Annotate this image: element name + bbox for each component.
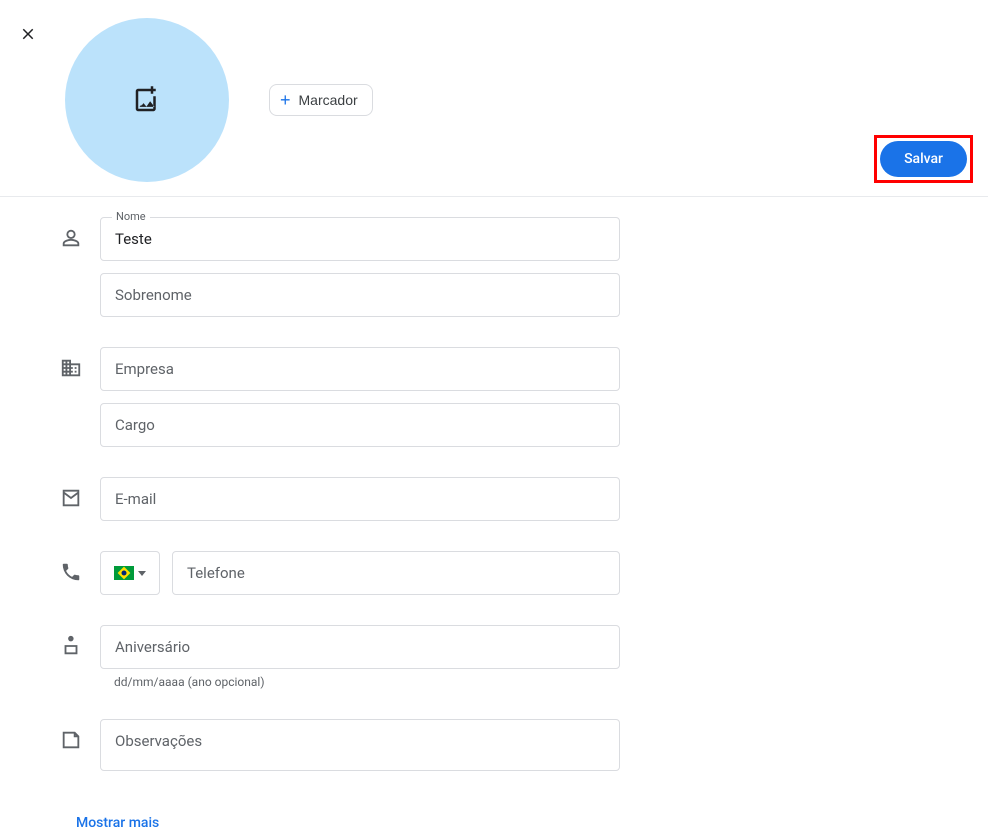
jobtitle-input[interactable]: [100, 403, 620, 447]
phone-icon: [60, 561, 84, 585]
brazil-flag-icon: [114, 566, 134, 580]
save-button[interactable]: Salvar: [880, 141, 967, 177]
company-input[interactable]: [100, 347, 620, 391]
birthday-helper: dd/mm/aaaa (ano opcional): [114, 675, 620, 689]
birthday-input[interactable]: [100, 625, 620, 669]
chevron-down-icon: [138, 571, 146, 576]
phone-input[interactable]: [172, 551, 620, 595]
note-icon: [60, 729, 84, 753]
email-row: [60, 477, 988, 521]
jobtitle-field-wrap: [100, 403, 620, 447]
cake-icon: [60, 635, 84, 659]
notes-field-wrap: [100, 719, 620, 775]
phone-input-group: [100, 551, 620, 595]
header: + Marcador: [0, 0, 988, 182]
surname-input[interactable]: [100, 273, 620, 317]
business-icon: [60, 357, 84, 381]
phone-row: [60, 551, 988, 595]
firstname-input[interactable]: [100, 217, 620, 261]
company-field-wrap: [100, 347, 620, 391]
email-field-wrap: [100, 477, 620, 521]
firstname-label: Nome: [112, 210, 150, 223]
notes-row: [60, 719, 988, 775]
birthday-row: dd/mm/aaaa (ano opcional): [60, 625, 988, 689]
email-icon: [60, 487, 84, 511]
surname-field-wrap: [100, 273, 620, 317]
add-marker-chip[interactable]: + Marcador: [269, 84, 373, 116]
person-icon: [60, 227, 84, 251]
marker-label: Marcador: [299, 92, 358, 108]
notes-input[interactable]: [100, 719, 620, 771]
save-button-highlight: Salvar: [874, 135, 973, 183]
name-row: Nome: [60, 217, 988, 317]
phone-field-wrap: [172, 551, 620, 595]
birthday-field-wrap: dd/mm/aaaa (ano opcional): [100, 625, 620, 689]
email-input[interactable]: [100, 477, 620, 521]
show-more-link[interactable]: Mostrar mais: [76, 815, 159, 831]
add-image-icon: [132, 85, 162, 115]
plus-icon: +: [280, 91, 291, 109]
firstname-field-wrap: Nome: [100, 217, 620, 261]
avatar-upload[interactable]: [65, 18, 229, 182]
company-row: [60, 347, 988, 447]
contact-form: Nome: [0, 197, 988, 831]
country-code-select[interactable]: [100, 551, 160, 595]
